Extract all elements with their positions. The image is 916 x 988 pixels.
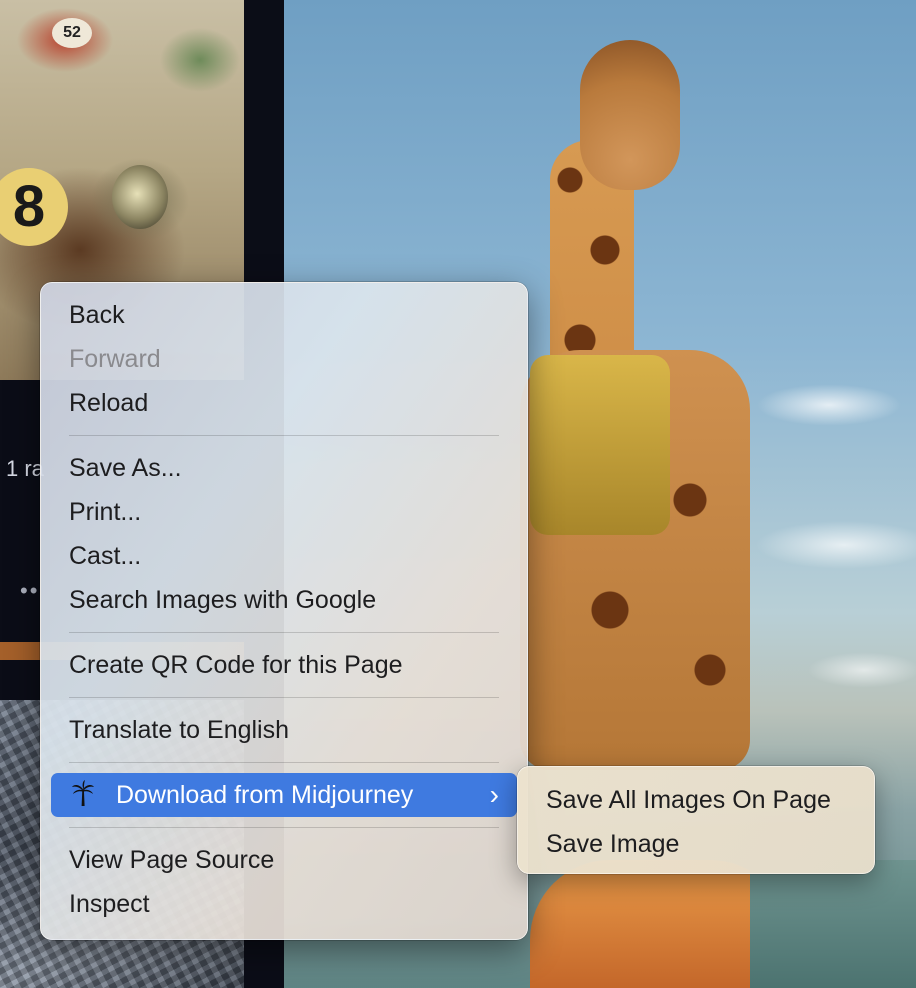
menu-item-label: Reload (69, 389, 149, 417)
menu-item-create-qr-code[interactable]: Create QR Code for this Page (51, 643, 517, 687)
giraffe-head (580, 40, 680, 190)
menu-item-label: Search Images with Google (69, 586, 377, 614)
menu-separator (69, 827, 499, 828)
race-car-plate: 52 (52, 18, 92, 48)
menu-item-print[interactable]: Print... (51, 490, 517, 534)
menu-item-label: Back (69, 301, 125, 329)
chevron-right-icon: › (489, 779, 499, 810)
menu-item-forward: Forward (51, 337, 517, 381)
menu-item-label: Translate to English (69, 716, 290, 744)
menu-item-label: Print... (69, 498, 142, 526)
race-car-number: 8 (0, 168, 68, 246)
menu-item-label: Save All Images On Page (546, 786, 831, 814)
menu-item-label: Save Image (546, 830, 680, 858)
menu-item-save-as[interactable]: Save As... (51, 446, 517, 490)
more-options-icon[interactable]: •• (20, 578, 39, 604)
menu-item-view-page-source[interactable]: View Page Source (51, 838, 517, 882)
menu-item-label: Save As... (69, 454, 182, 482)
palm-tree-icon (71, 777, 95, 806)
image-caption-fragment: 1 ra (6, 456, 44, 481)
menu-separator (69, 632, 499, 633)
menu-item-label: Download from Midjourney (115, 781, 414, 809)
menu-item-label: Inspect (69, 890, 150, 918)
menu-item-inspect[interactable]: Inspect (51, 882, 517, 926)
menu-item-label: View Page Source (69, 846, 275, 874)
race-car-headlight (112, 165, 168, 229)
menu-separator (69, 762, 499, 763)
menu-item-back[interactable]: Back (51, 293, 517, 337)
menu-item-translate[interactable]: Translate to English (51, 708, 517, 752)
midjourney-submenu: Save All Images On Page Save Image (517, 766, 875, 874)
menu-item-cast[interactable]: Cast... (51, 534, 517, 578)
menu-item-label: Create QR Code for this Page (69, 651, 403, 679)
menu-separator (69, 435, 499, 436)
menu-item-reload[interactable]: Reload (51, 381, 517, 425)
menu-item-download-from-midjourney[interactable]: Download from Midjourney › (51, 773, 517, 817)
menu-item-search-images-google[interactable]: Search Images with Google (51, 578, 517, 622)
menu-item-label: Forward (69, 345, 161, 373)
menu-separator (69, 697, 499, 698)
submenu-item-save-all-images[interactable]: Save All Images On Page (528, 778, 864, 822)
menu-item-label: Cast... (69, 542, 142, 570)
submenu-item-save-image[interactable]: Save Image (528, 822, 864, 866)
context-menu: Back Forward Reload Save As... Print... … (40, 282, 528, 940)
sea (750, 860, 916, 988)
giraffe-backpack (530, 355, 670, 535)
